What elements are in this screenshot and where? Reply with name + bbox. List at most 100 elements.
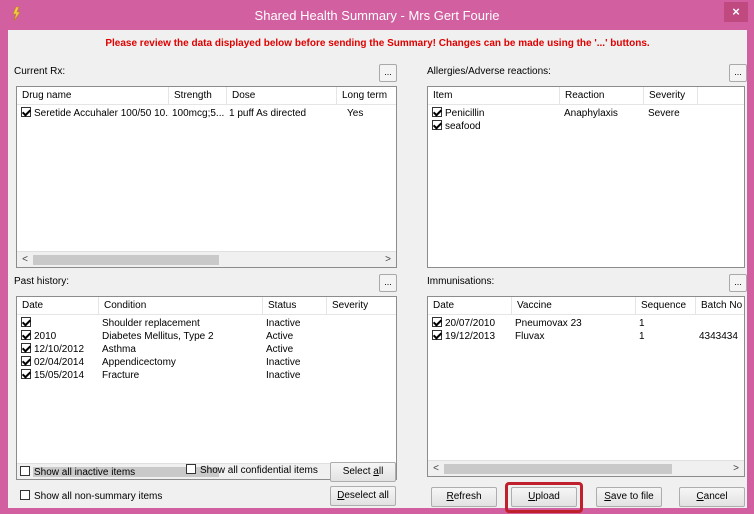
strength: 100mcg;5...	[172, 108, 225, 119]
dose: 1 puff As directed	[229, 108, 307, 119]
current-rx-edit-button[interactable]: ...	[379, 64, 397, 82]
allergies-list[interactable]: Item Reaction Severity Penicillin Anaphy…	[427, 86, 745, 268]
column-header-condition[interactable]: Condition	[99, 297, 263, 315]
immunisation-date: 19/12/2013	[445, 331, 496, 342]
past-history-header: Date Condition Status Severity	[17, 297, 396, 315]
row-checkbox[interactable]	[21, 343, 31, 353]
column-header-drug-name[interactable]: Drug name	[17, 87, 169, 105]
column-header-date[interactable]: Date	[428, 297, 512, 315]
reaction: Anaphylaxis	[564, 108, 618, 119]
status: Inactive	[266, 318, 301, 329]
row-checkbox[interactable]	[21, 356, 31, 366]
deselect-all-button[interactable]: Deselect all	[330, 486, 396, 506]
refresh-button[interactable]: Refresh	[431, 487, 497, 507]
vaccine: Fluvax	[515, 331, 545, 342]
column-header-strength[interactable]: Strength	[169, 87, 227, 105]
column-header-item[interactable]: Item	[428, 87, 560, 105]
title-bar: Shared Health Summary - Mrs Gert Fourie …	[0, 0, 754, 30]
column-header-severity[interactable]: Severity	[644, 87, 698, 105]
allergies-edit-button[interactable]: ...	[729, 64, 747, 82]
history-date: 2010	[34, 331, 57, 342]
row-checkbox[interactable]	[432, 107, 442, 117]
show-non-summary-checkbox[interactable]	[20, 490, 30, 500]
row-checkbox[interactable]	[21, 107, 31, 117]
allergy-item: Penicillin	[445, 108, 485, 119]
row-checkbox[interactable]	[432, 330, 442, 340]
table-row[interactable]: 19/12/2013 Fluvax 1 4343434	[428, 330, 744, 343]
column-header-batch-no[interactable]: Batch No	[696, 297, 744, 315]
show-non-summary-option[interactable]: Show all non-summary items	[20, 490, 162, 502]
current-rx-header: Drug name Strength Dose Long term	[17, 87, 396, 105]
select-all-button[interactable]: Select all	[330, 462, 396, 482]
status: Inactive	[266, 357, 301, 368]
save-to-file-button[interactable]: Save to file	[596, 487, 662, 507]
allergies-label: Allergies/Adverse reactions:	[427, 66, 551, 77]
allergy-item: seafood	[445, 121, 481, 132]
table-row[interactable]: 15/05/2014 Fracture Inactive	[17, 369, 396, 382]
severity: Severe	[648, 108, 680, 119]
row-checkbox[interactable]	[432, 120, 442, 130]
condition: Asthma	[102, 344, 136, 355]
past-history-list[interactable]: Date Condition Status Severity Shoulder …	[16, 296, 397, 480]
dialog-client-area: Please review the data displayed below b…	[8, 30, 747, 513]
table-row[interactable]: 12/10/2012 Asthma Active	[17, 343, 396, 356]
table-row[interactable]: 2010 Diabetes Mellitus, Type 2 Active	[17, 330, 396, 343]
row-checkbox[interactable]	[432, 317, 442, 327]
show-inactive-option[interactable]: Show all inactive items	[20, 466, 135, 478]
allergies-header: Item Reaction Severity	[428, 87, 744, 105]
scroll-right-arrow-icon[interactable]: >	[729, 462, 743, 476]
table-row[interactable]: Seretide Accuhaler 100/50 10... 100mcg;5…	[17, 107, 396, 120]
scroll-thumb[interactable]	[33, 255, 219, 265]
row-checkbox[interactable]	[21, 369, 31, 379]
table-row[interactable]: Penicillin Anaphylaxis Severe	[428, 107, 744, 120]
upload-button[interactable]: Upload	[511, 487, 577, 507]
column-header-long-term[interactable]: Long term	[337, 87, 396, 105]
condition: Diabetes Mellitus, Type 2	[102, 331, 214, 342]
current-rx-hscrollbar[interactable]: < >	[17, 251, 396, 267]
column-header-vaccine[interactable]: Vaccine	[512, 297, 636, 315]
vaccine: Pneumovax 23	[515, 318, 582, 329]
status: Active	[266, 331, 294, 342]
show-inactive-checkbox[interactable]	[20, 466, 30, 476]
immunisation-date: 20/07/2010	[445, 318, 496, 329]
column-header-dose[interactable]: Dose	[227, 87, 337, 105]
immunisations-header: Date Vaccine Sequence Batch No	[428, 297, 744, 315]
drug-name: Seretide Accuhaler 100/50 10...	[34, 108, 169, 119]
column-header-reaction[interactable]: Reaction	[560, 87, 644, 105]
past-history-label: Past history:	[14, 276, 70, 287]
table-row[interactable]: 02/04/2014 Appendicectomy Inactive	[17, 356, 396, 369]
column-header-severity[interactable]: Severity	[327, 297, 396, 315]
show-confidential-checkbox[interactable]	[186, 464, 196, 474]
column-header-status[interactable]: Status	[263, 297, 327, 315]
immunisations-edit-button[interactable]: ...	[729, 274, 747, 292]
close-icon: ×	[732, 4, 740, 19]
scroll-left-arrow-icon[interactable]: <	[429, 462, 443, 476]
window-title: Shared Health Summary - Mrs Gert Fourie	[254, 8, 500, 23]
column-header-sequence[interactable]: Sequence	[636, 297, 696, 315]
show-non-summary-label: Show all non-summary items	[34, 491, 163, 502]
sequence: 1	[639, 318, 645, 329]
cancel-button[interactable]: Cancel	[679, 487, 745, 507]
table-row[interactable]: 20/07/2010 Pneumovax 23 1	[428, 317, 744, 330]
past-history-edit-button[interactable]: ...	[379, 274, 397, 292]
show-confidential-label: Show all confidential items	[200, 465, 318, 476]
scroll-left-arrow-icon[interactable]: <	[18, 253, 32, 267]
current-rx-list[interactable]: Drug name Strength Dose Long term Sereti…	[16, 86, 397, 268]
history-date: 02/04/2014	[34, 357, 85, 368]
table-row[interactable]: seafood	[428, 120, 744, 133]
column-header-date[interactable]: Date	[17, 297, 99, 315]
shared-health-summary-window: Shared Health Summary - Mrs Gert Fourie …	[0, 0, 754, 514]
immunisations-hscrollbar[interactable]: < >	[428, 460, 744, 476]
scroll-right-arrow-icon[interactable]: >	[381, 253, 395, 267]
show-confidential-option[interactable]: Show all confidential items	[186, 464, 318, 476]
close-button[interactable]: ×	[724, 2, 748, 22]
row-checkbox[interactable]	[21, 330, 31, 340]
sequence: 1	[639, 331, 645, 342]
condition: Shoulder replacement	[102, 318, 200, 329]
immunisations-list[interactable]: Date Vaccine Sequence Batch No 20/07/201…	[427, 296, 745, 477]
row-checkbox[interactable]	[21, 317, 31, 327]
scroll-thumb[interactable]	[444, 464, 672, 474]
batch-no: 4343434	[699, 331, 738, 342]
table-row[interactable]: Shoulder replacement Inactive	[17, 317, 396, 330]
condition: Fracture	[102, 370, 140, 381]
